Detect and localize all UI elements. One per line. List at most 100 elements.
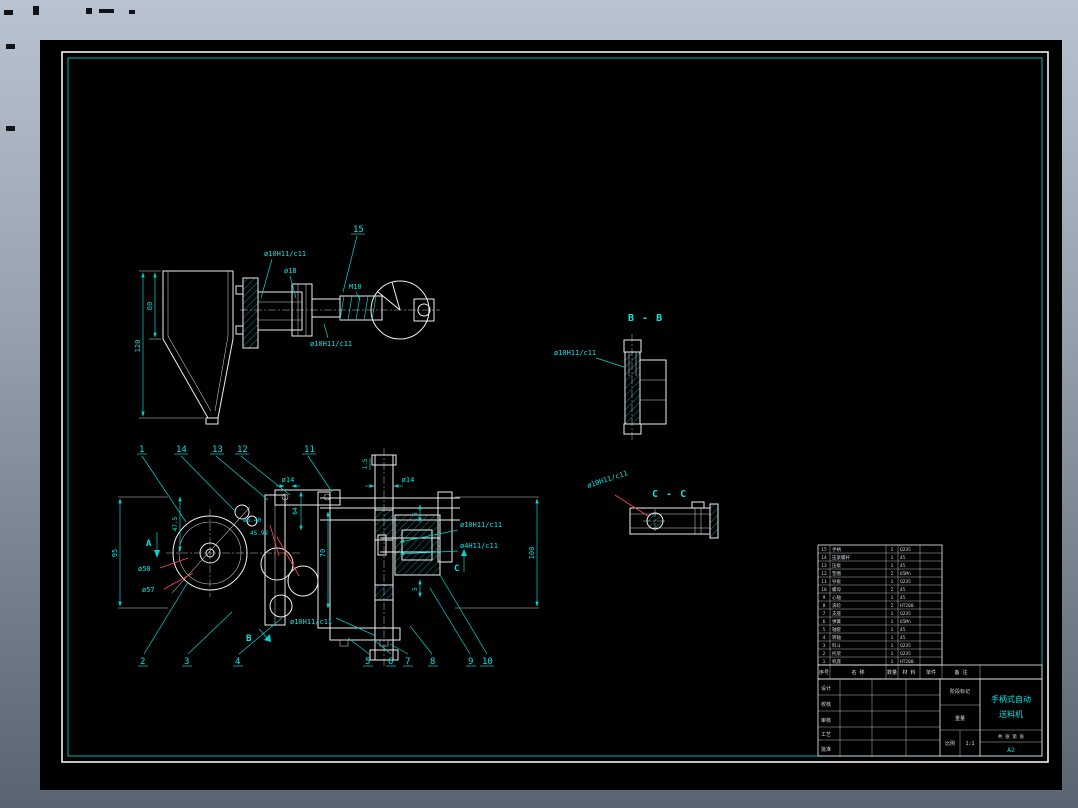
bottom-bracket: [330, 628, 400, 640]
field-audit: 审核: [821, 717, 831, 724]
bom-cell: 压板: [832, 562, 841, 569]
svg-text:8: 8: [430, 657, 435, 667]
bom-cell: 2: [891, 571, 894, 577]
shaft: [312, 299, 340, 317]
bom-cell: 托架: [832, 650, 841, 657]
bom-cell: 1: [891, 555, 894, 561]
dim-64: 64: [292, 507, 299, 515]
bolt: [236, 286, 243, 294]
dim-d10h11: ø10H11/c11: [554, 349, 596, 357]
dim-d10h11: ø10H11/c11: [310, 340, 352, 348]
svg-text:14: 14: [176, 445, 187, 455]
dim-d6-40: ø6.40: [243, 517, 261, 524]
balloon-14: 14: [174, 445, 236, 512]
bom-cell: 13: [821, 563, 827, 569]
bom-cell: 导板: [832, 578, 841, 585]
bom-cell: 1: [891, 595, 894, 601]
svg-text:15: 15: [353, 225, 364, 235]
bom-cell: 1: [891, 659, 894, 665]
bom-cell: 5: [823, 627, 826, 633]
clamp-arm: [258, 292, 302, 330]
roller: [261, 548, 293, 580]
balloon-11: 11: [302, 445, 332, 492]
bolt: [340, 640, 348, 646]
balloon-10: 10: [440, 575, 494, 667]
bom-cell: Q235: [900, 611, 911, 617]
dim-5-top: 5: [412, 512, 419, 516]
hopper-wall: [215, 271, 228, 411]
svg-text:12: 12: [237, 445, 248, 455]
border-artifact: [6, 126, 15, 131]
svg-text:A: A: [146, 539, 152, 549]
field-sheets: 共 张 第 张: [998, 733, 1025, 740]
bom-cell: 压紧螺杆: [832, 554, 850, 561]
border-artifact: [6, 44, 15, 49]
section-bb-label: B - B: [628, 313, 663, 324]
bom-cell: HT200: [900, 659, 914, 665]
border-artifact: [33, 6, 39, 15]
bom-cell: 45: [900, 555, 906, 561]
bom-cell: 45: [900, 595, 906, 601]
dim-d14-a: ø14: [282, 476, 295, 484]
bom-cell: 65Mn: [900, 571, 911, 577]
dim-70: 70: [319, 549, 327, 557]
field-scale: 比例: [945, 740, 955, 747]
dim-45-92: 45.92: [250, 530, 268, 537]
bom-cell: Q235: [900, 579, 911, 585]
bom-cell: 3: [823, 643, 826, 649]
bom-cell: 1: [891, 651, 894, 657]
svg-text:7: 7: [405, 657, 410, 667]
bom-col-no: 序号: [819, 669, 829, 676]
hopper-wall: [168, 271, 211, 411]
bom-cell: 45: [900, 587, 906, 593]
border-artifact: [129, 10, 135, 14]
bom-cell: 1: [891, 579, 894, 585]
bom-cell: 15: [821, 547, 827, 553]
view-section-cc: C - C ø10H11/c11: [586, 469, 718, 538]
balloon-1: 1: [137, 445, 186, 522]
bom-cell: 45: [900, 563, 906, 569]
bom-cell: 轴套: [832, 626, 841, 633]
field-stage: 阶段标记: [950, 688, 970, 695]
bom-cell: 1: [891, 627, 894, 633]
bom-cell: 14: [821, 555, 827, 561]
dim-d10h11: ø10H11/c11: [290, 618, 332, 626]
dim-1-5: 1.5: [362, 458, 369, 469]
bom-cell: 10: [821, 587, 827, 593]
roller: [270, 595, 292, 617]
balloon-5: 5: [348, 638, 373, 667]
bom-cell: 2: [823, 651, 826, 657]
bom-cell: 65Mn: [900, 619, 911, 625]
svg-text:4: 4: [235, 657, 240, 667]
view-section-bb: B - B ø10H11/c11: [554, 313, 666, 440]
dim-d18: ø18: [284, 267, 297, 275]
bom-rows: 15手柄1Q23514压紧螺杆14513压板14512垫圈265Mn11导板1Q…: [818, 546, 942, 665]
dim-d57: ø57: [142, 586, 155, 594]
bom-col-qty: 数量: [887, 669, 897, 676]
view-side-hopper-clamp: 120 60 ø10H11/c11 ø18 M10 ø10H11/c11 15: [134, 225, 440, 424]
bom-cell: HT200: [900, 603, 914, 609]
section-arrow-c: C: [454, 549, 467, 574]
field-process: 工艺: [821, 732, 831, 738]
field-scale-value: 1:1: [965, 741, 974, 747]
bom-cell: 料斗: [832, 642, 841, 649]
dim-d10h11: ø10H11/c11: [460, 521, 502, 529]
bom-cell: 12: [821, 571, 827, 577]
bom-cell: 4: [823, 635, 826, 641]
clamp-plate: [243, 278, 258, 348]
dim-60: 60: [146, 302, 154, 310]
bom-cell: 1: [891, 547, 894, 553]
dim-100: 100: [528, 547, 536, 560]
dim-d14-b: ø14: [402, 476, 415, 484]
section-arrow-b: B: [246, 629, 271, 644]
bom-col-material: 材 料: [902, 669, 915, 676]
drawing-canvas[interactable]: 120 60 ø10H11/c11 ø18 M10 ø10H11/c11 15 …: [40, 40, 1062, 790]
bom-cell: 心轴: [832, 594, 841, 601]
section-arrow-a: A: [146, 532, 160, 558]
svg-text:9: 9: [468, 657, 473, 667]
bom-cell: Q235: [900, 643, 911, 649]
field-paper-size: A2: [1007, 746, 1015, 754]
view-main-assembly: A B C 95 47.5 ø50 ø57: [111, 445, 539, 668]
balloon-12: 12: [235, 445, 290, 495]
end-cap: [710, 504, 718, 538]
